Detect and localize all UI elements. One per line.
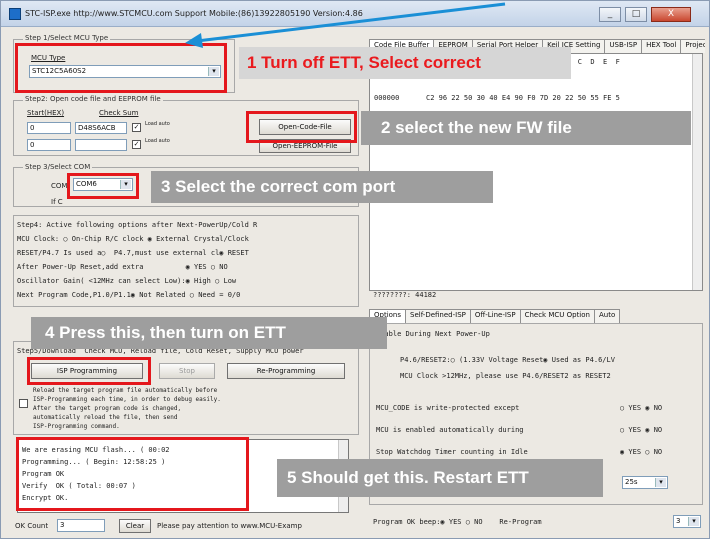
stc-isp-window: STC-ISP.exe http://www.STCMCU.com Suppor… — [0, 0, 710, 539]
blue-arrow-icon — [185, 2, 506, 48]
